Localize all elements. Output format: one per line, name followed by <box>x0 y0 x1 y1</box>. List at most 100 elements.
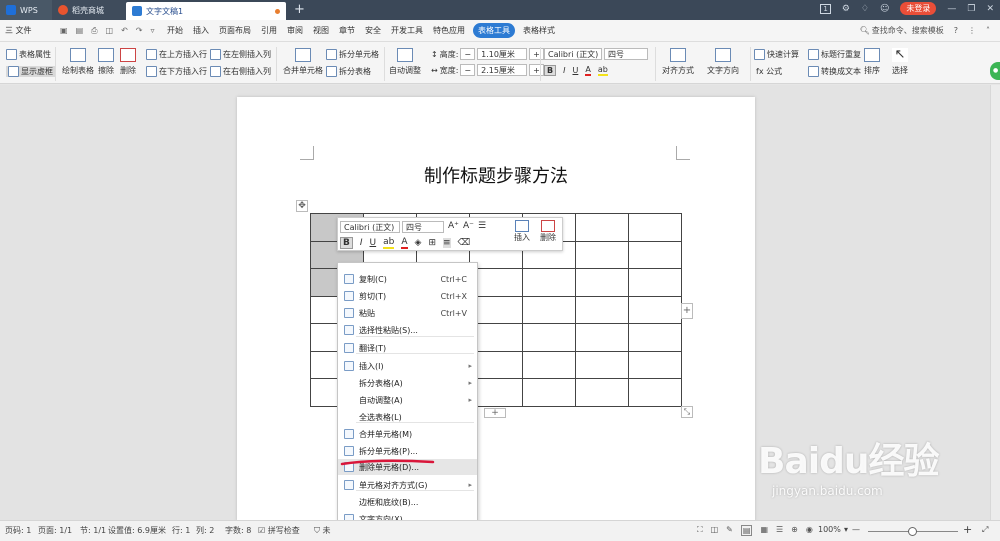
table-cell[interactable] <box>575 240 629 269</box>
table-resize-handle[interactable]: ⤡ <box>681 406 693 418</box>
highlight-icon[interactable]: ab <box>597 65 608 76</box>
table-cell[interactable] <box>522 350 576 379</box>
mini-highlight-icon[interactable]: ab <box>383 237 395 249</box>
document-title[interactable]: 制作标题步骤方法 <box>237 162 755 188</box>
table-cell[interactable] <box>522 378 576 407</box>
eye-protect-icon[interactable]: ◉ <box>806 525 813 536</box>
menu-table-tools[interactable]: 表格工具 <box>473 23 515 38</box>
zoom-slider-thumb[interactable] <box>908 527 917 536</box>
menu-table-style[interactable]: 表格样式 <box>518 20 560 42</box>
table-cell[interactable] <box>575 213 629 242</box>
insert-col-right-button[interactable]: 在右侧插入列 <box>210 66 271 77</box>
height-input[interactable]: 1.10厘米 <box>477 48 528 60</box>
table-cell[interactable] <box>628 213 682 242</box>
grow-font-icon[interactable]: A⁺ <box>448 221 459 231</box>
underline-icon[interactable]: U <box>572 66 578 75</box>
align-dropdown[interactable]: 对齐方式 <box>662 48 694 76</box>
menu-page-layout[interactable]: 页面布局 <box>214 20 256 42</box>
auto-fit-button[interactable]: 自动调整 <box>389 48 421 76</box>
login-button[interactable]: 未登录 <box>900 2 937 15</box>
status-word-count[interactable]: 字数: 8 <box>225 525 251 536</box>
print-icon[interactable]: ⎙ <box>91 26 97 36</box>
more-options-icon[interactable]: ⋮ <box>968 26 976 35</box>
undo-icon[interactable]: ↶ <box>121 26 128 35</box>
fullscreen-icon[interactable]: ⛶ <box>697 525 703 536</box>
context-menu-item[interactable]: 剪切(T) Ctrl+X <box>338 288 477 304</box>
mini-font-color-icon[interactable]: A <box>401 237 408 249</box>
context-menu-item[interactable]: 复制(C) Ctrl+C <box>338 271 477 287</box>
outline-view-icon[interactable]: ☰ <box>776 525 783 536</box>
mini-insert-button[interactable]: 插入 <box>514 220 530 243</box>
menu-insert[interactable]: 插入 <box>188 20 214 42</box>
menu-start[interactable]: 开始 <box>162 20 188 42</box>
mini-align-icon[interactable]: ≡ <box>443 238 451 248</box>
close-icon[interactable]: ✕ <box>986 4 994 14</box>
height-decrement[interactable]: − <box>460 48 476 60</box>
width-increment[interactable]: + <box>529 64 544 76</box>
redo-icon[interactable]: ↷ <box>136 26 143 35</box>
collapse-ribbon-icon[interactable]: ˄ <box>986 26 990 35</box>
context-menu-item[interactable]: 合并单元格(M) <box>338 426 477 442</box>
insert-row-above-button[interactable]: 在上方插入行 <box>146 49 207 60</box>
width-decrement[interactable]: − <box>460 64 476 76</box>
menu-review[interactable]: 审阅 <box>282 20 308 42</box>
bold-icon[interactable]: B <box>544 65 557 76</box>
shirt-icon[interactable]: ♢ <box>861 4 869 14</box>
table-cell[interactable] <box>575 378 629 407</box>
context-menu-item[interactable]: 自动调整(A) ▸ <box>338 392 477 408</box>
show-gridlines-toggle[interactable]: 显示虚框 <box>6 66 55 77</box>
split-cells-button[interactable]: 拆分单元格 <box>326 49 379 60</box>
table-move-handle[interactable]: ✥ <box>296 200 308 212</box>
restore-icon[interactable]: ❐ <box>967 4 975 14</box>
mini-font-name-select[interactable]: Calibri (正文) <box>340 221 400 233</box>
table-cell[interactable] <box>628 268 682 297</box>
table-cell[interactable] <box>628 378 682 407</box>
formula-button[interactable]: fx 公式 <box>756 66 782 77</box>
font-size-select[interactable]: 四号 <box>604 48 648 60</box>
context-menu-item[interactable]: 边框和底纹(B)... <box>338 494 477 510</box>
table-cell[interactable] <box>575 268 629 297</box>
delete-dropdown[interactable]: 删除 <box>120 48 136 76</box>
status-setting[interactable]: 设置值: 6.9厘米 <box>108 525 166 536</box>
merge-cells-button[interactable]: 合并单元格 <box>283 48 323 76</box>
table-cell[interactable] <box>575 295 629 324</box>
search-command-box[interactable]: 查找命令、搜索模板 <box>872 25 944 36</box>
draw-table-button[interactable]: 绘制表格 <box>62 48 94 76</box>
help-icon[interactable]: ? <box>954 26 958 35</box>
table-cell[interactable] <box>575 350 629 379</box>
tab-wps[interactable]: WPS <box>0 0 52 20</box>
menu-security[interactable]: 安全 <box>360 20 386 42</box>
print-layout-icon[interactable]: ▤ <box>740 525 753 536</box>
insert-col-left-button[interactable]: 在左侧插入列 <box>210 49 271 60</box>
table-cell[interactable] <box>628 240 682 269</box>
tab-daoke-store[interactable]: 稻壳商城 <box>52 0 126 20</box>
zoom-level[interactable]: 100% <box>818 525 841 534</box>
tab-document[interactable]: 文字文稿1 <box>126 2 286 20</box>
zoom-out-icon[interactable]: — <box>852 525 860 534</box>
context-menu-item[interactable]: 删除单元格(D)... <box>338 459 477 475</box>
add-row-button[interactable]: + <box>484 408 506 418</box>
context-menu-item[interactable]: 拆分单元格(P)... <box>338 443 477 459</box>
split-table-button[interactable]: 拆分表格 <box>326 66 371 77</box>
font-color-icon[interactable]: A <box>585 65 591 76</box>
shrink-font-icon[interactable]: A⁻ <box>463 221 474 231</box>
new-tab-button[interactable]: + <box>294 2 305 17</box>
quick-calc-button[interactable]: 快速计算 <box>754 49 799 60</box>
erase-button[interactable]: 擦除 <box>98 48 114 76</box>
vertical-scrollbar[interactable] <box>990 85 1000 520</box>
table-cell[interactable] <box>628 350 682 379</box>
menu-references[interactable]: 引用 <box>256 20 282 42</box>
zoom-in-icon[interactable]: + <box>963 523 972 536</box>
insert-row-below-button[interactable]: 在下方插入行 <box>146 66 207 77</box>
status-pages[interactable]: 页面: 1/1 <box>38 525 72 536</box>
minimize-icon[interactable]: — <box>947 4 956 14</box>
context-menu-item[interactable]: 粘贴 Ctrl+V <box>338 305 477 321</box>
menu-developer[interactable]: 开发工具 <box>386 20 428 42</box>
title-repeat-button[interactable]: 标题行重复 <box>808 49 861 60</box>
table-cell[interactable] <box>522 268 576 297</box>
assistant-badge[interactable]: ● <box>990 62 1000 80</box>
mini-underline-icon[interactable]: U <box>370 238 377 248</box>
table-cell[interactable] <box>522 295 576 324</box>
add-column-button[interactable]: + <box>681 303 693 319</box>
status-page-number[interactable]: 页码: 1 <box>5 525 31 536</box>
